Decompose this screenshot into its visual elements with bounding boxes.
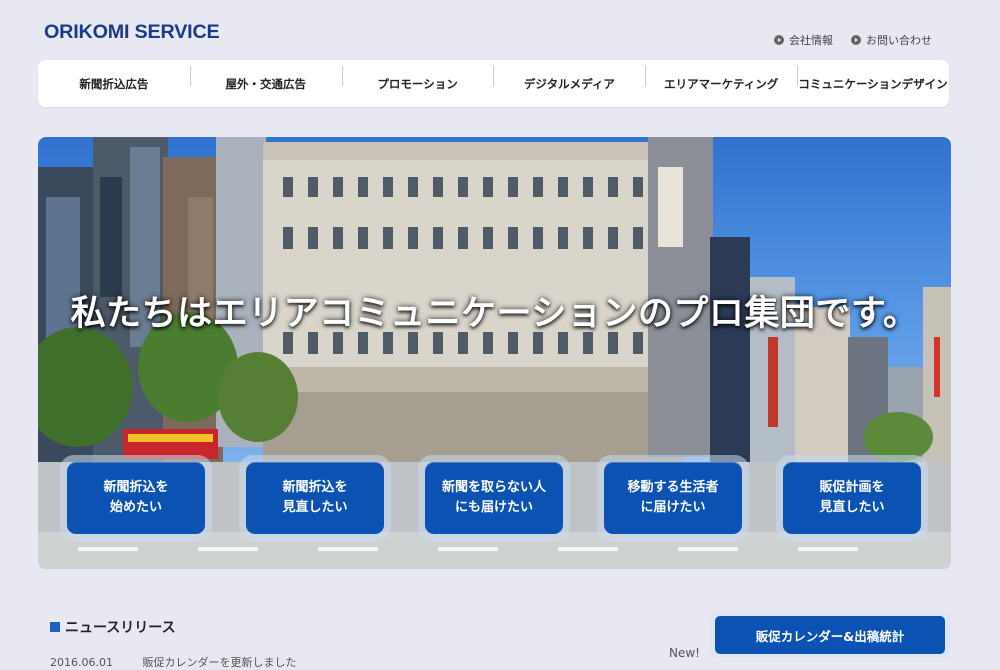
- nav-item-outdoor-transit[interactable]: 屋外・交通広告: [189, 65, 342, 92]
- cta-reach-non-subscribers-button[interactable]: 新聞を取らない人 にも届けたい: [418, 455, 570, 541]
- cta-line: に届けたい: [640, 500, 706, 515]
- promo-calendar-button[interactable]: 販促カレンダー&出稿統計: [710, 612, 950, 658]
- hero-banner: 私たちはエリアコミュニケーションのプロ集団です。 新聞折込を 始めたい 新聞折込…: [38, 137, 951, 569]
- news-date: 2016.06.01: [50, 656, 113, 669]
- cta-line: 販促計画を: [819, 480, 885, 495]
- cta-line: 移動する生活者: [627, 480, 719, 495]
- nav-item-digital-media[interactable]: デジタルメディア: [493, 65, 645, 92]
- utility-links: 会社情報 お問い合わせ: [774, 32, 932, 48]
- cta-line: 新聞を取らない人: [441, 480, 546, 495]
- cta-review-promo-plan-button[interactable]: 販促計画を 見直したい: [776, 455, 928, 541]
- main-nav: 新聞折込広告 屋外・交通広告 プロモーション デジタルメディア エリアマーケティ…: [38, 60, 949, 107]
- company-info-label: 会社情報: [789, 34, 833, 47]
- nav-item-promotion[interactable]: プロモーション: [341, 65, 494, 92]
- cta-reach-commuters-button[interactable]: 移動する生活者 に届けたい: [597, 455, 749, 541]
- square-bullet-icon: [50, 622, 60, 632]
- cta-line: 新聞折込を: [282, 480, 348, 495]
- promo-calendar-label: 販促カレンダー&出稿統計: [715, 616, 945, 654]
- circle-arrow-icon: [774, 35, 784, 45]
- cta-line: 見直したい: [819, 500, 885, 515]
- cta-review-insert-button[interactable]: 新聞折込を 見直したい: [239, 455, 391, 541]
- nav-item-area-marketing[interactable]: エリアマーケティング: [645, 65, 797, 92]
- news-title-label: ニュースリリース: [65, 620, 176, 636]
- cta-start-insert-button[interactable]: 新聞折込を 始めたい: [60, 455, 212, 541]
- hero-headline: 私たちはエリアコミュニケーションのプロ集団です。: [70, 294, 919, 334]
- news-section-title: ニュースリリース: [50, 617, 176, 637]
- contact-link[interactable]: お問い合わせ: [851, 32, 932, 48]
- news-text: 販促カレンダーを更新しました: [142, 656, 297, 669]
- cta-line: にも届けたい: [454, 500, 533, 515]
- company-info-link[interactable]: 会社情報: [774, 32, 833, 48]
- news-item[interactable]: 2016.06.01 販促カレンダーを更新しました: [50, 654, 296, 670]
- contact-label: お問い合わせ: [866, 34, 932, 47]
- site-logo[interactable]: ORIKOMI SERVICE: [44, 22, 220, 44]
- circle-arrow-icon: [851, 35, 861, 45]
- nav-item-newspaper-insert[interactable]: 新聞折込広告: [38, 76, 190, 92]
- cta-line: 始めたい: [109, 500, 162, 515]
- cta-line: 新聞折込を: [103, 480, 169, 495]
- cta-button-row: 新聞折込を 始めたい 新聞折込を 見直したい 新聞を取らない人 にも届けたい 移…: [60, 455, 928, 541]
- cta-line: 見直したい: [282, 500, 348, 515]
- new-badge: New!: [669, 646, 700, 660]
- nav-item-communication-design[interactable]: コミュニケーションデザイン: [797, 65, 949, 92]
